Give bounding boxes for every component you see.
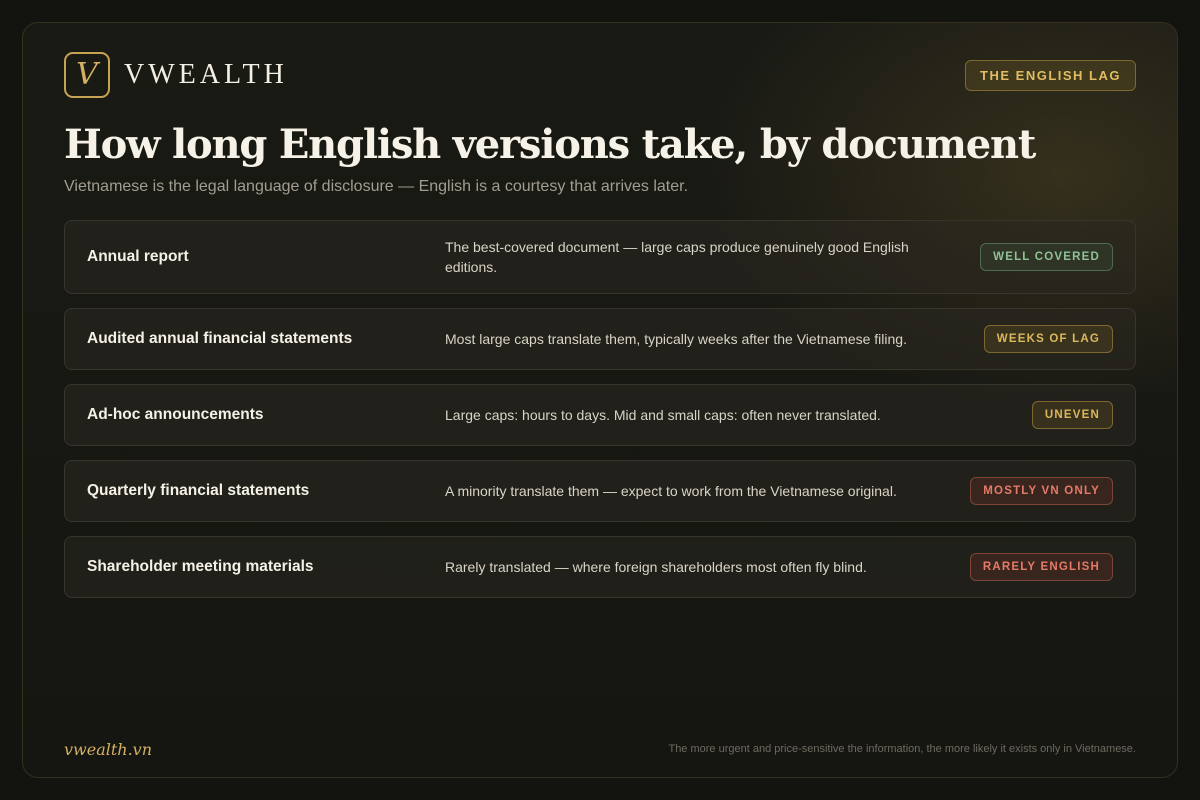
document-description: Most large caps translate them, typicall… <box>445 331 907 347</box>
document-description: Large caps: hours to days. Mid and small… <box>445 407 881 423</box>
logo-letter: V <box>76 57 98 92</box>
document-name: Shareholder meeting materials <box>87 558 314 575</box>
header-badge: THE ENGLISH LAG <box>965 60 1136 91</box>
document-name: Audited annual financial statements <box>87 330 353 347</box>
document-row-adhoc-announcements: Ad-hoc announcements Large caps: hours t… <box>64 384 1136 446</box>
document-list: Annual report The best-covered document … <box>64 220 1136 612</box>
status-badge: MOSTLY VN ONLY <box>970 477 1113 505</box>
document-row-audited-statements: Audited annual financial statements Most… <box>64 308 1136 370</box>
page-subtitle: Vietnamese is the legal language of disc… <box>64 178 689 195</box>
slide-card: V VWEALTH THE ENGLISH LAG How long Engli… <box>22 22 1178 778</box>
brand: V VWEALTH <box>64 52 288 98</box>
status-badge: RARELY ENGLISH <box>969 553 1113 581</box>
status-badge: UNEVEN <box>1031 401 1113 429</box>
document-name: Annual report <box>87 248 189 265</box>
page-title: How long English versions take, by docum… <box>64 121 1036 168</box>
footer-note: The more urgent and price-sensitive the … <box>668 743 1136 755</box>
document-description: Rarely translated — where foreign shareh… <box>445 559 867 575</box>
logo-mark: V <box>64 52 110 98</box>
document-row-quarterly-statements: Quarterly financial statements A minorit… <box>64 460 1136 522</box>
document-description: A minority translate them — expect to wo… <box>445 483 897 499</box>
status-badge: WEEKS OF LAG <box>983 325 1113 353</box>
footer-site-link[interactable]: vwealth.vn <box>64 740 152 759</box>
document-row-annual-report: Annual report The best-covered document … <box>64 220 1136 294</box>
document-row-shareholder-materials: Shareholder meeting materials Rarely tra… <box>64 536 1136 598</box>
document-name: Ad-hoc announcements <box>87 406 264 423</box>
brand-name: VWEALTH <box>124 59 288 90</box>
document-description: The best-covered document — large caps p… <box>445 239 909 275</box>
status-badge: WELL COVERED <box>980 243 1113 271</box>
document-name: Quarterly financial statements <box>87 482 310 499</box>
